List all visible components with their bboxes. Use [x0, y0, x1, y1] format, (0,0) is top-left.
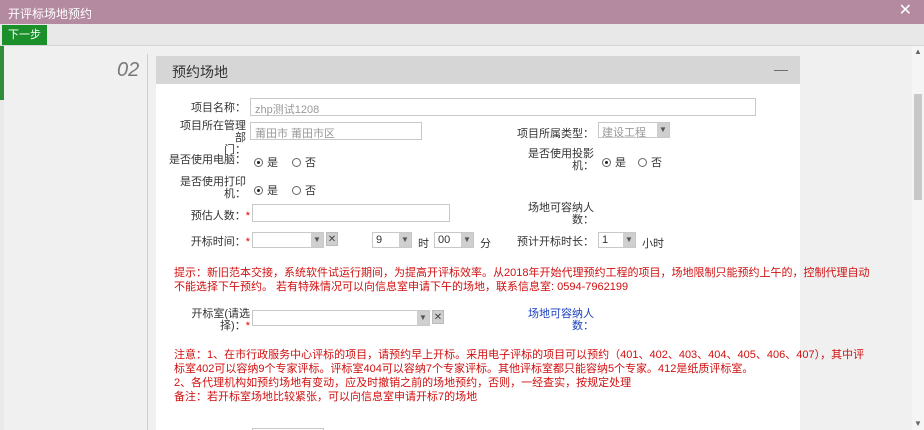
panel-header: 预约场地 — — [156, 56, 800, 84]
project-name-input[interactable]: zhp测试1208 — [250, 98, 756, 116]
scroll-down-icon[interactable]: ▼ — [912, 418, 924, 430]
vertical-scrollbar[interactable]: ▲ ▼ — [912, 46, 924, 430]
radio-checked-icon — [254, 186, 263, 195]
duration-value: 1 — [602, 234, 609, 246]
scroll-thumb[interactable] — [914, 94, 922, 200]
clear-room-icon[interactable]: ✕ — [432, 310, 444, 324]
minute-unit: 分 — [480, 238, 491, 250]
window-title: 开评标场地预约 — [8, 7, 93, 21]
radio-unchecked-icon — [292, 158, 301, 167]
use-pc-no-radio[interactable]: 否 — [292, 154, 316, 170]
est-people-label-text: 预估人数： — [190, 210, 246, 222]
duration-label: 预计开标时长： — [517, 236, 594, 248]
use-pc-no-label: 否 — [305, 157, 316, 169]
open-time-label-text: 开标时间： — [190, 236, 246, 248]
use-printer-no-radio[interactable]: 否 — [292, 182, 316, 198]
use-pc-label: 是否使用电脑： — [169, 154, 246, 166]
hour-unit: 时 — [418, 238, 429, 250]
room-label-line2-wrap: 择)：* — [170, 320, 250, 332]
scroll-up-icon[interactable]: ▲ — [912, 46, 924, 58]
required-mark: * — [245, 320, 250, 332]
required-mark: * — [245, 236, 250, 248]
project-name-label: 项目名称： — [191, 102, 246, 114]
room-select[interactable]: ▼ — [252, 310, 430, 326]
dept-input[interactable]: 莆田市 莆田市区 — [250, 122, 422, 140]
chevron-down-icon: ▼ — [623, 233, 635, 247]
capacity-label-2-line1: 场地可容纳人 — [528, 308, 594, 320]
use-projector-yes-radio[interactable]: 是 — [602, 154, 626, 170]
chevron-down-icon: ▼ — [461, 233, 473, 247]
est-people-label: 预估人数：* — [170, 210, 250, 222]
room-label: 开标室(请选 择)：* — [170, 308, 250, 332]
next-step-button[interactable]: 下一步 — [2, 25, 47, 45]
use-printer-label-line1: 是否使用打印 — [180, 176, 246, 188]
note-line-2: 标室402可以容纳9个专家评标。评标室404可以容纳7个专家评标。其他评标室都只… — [174, 363, 754, 375]
open-time-label: 开标时间：* — [170, 236, 250, 248]
use-pc-yes-radio[interactable]: 是 — [254, 154, 278, 170]
toolbar: 下一步 — [0, 24, 924, 46]
use-printer-label: 是否使用打印 机： — [170, 176, 246, 200]
duration-unit: 小时 — [642, 238, 664, 250]
tip-line-2: 不能选择下午预约。 若有特殊情况可以向信息室申请下午的场地，联系信息室: 059… — [174, 281, 629, 293]
chevron-down-icon: ▼ — [657, 123, 669, 137]
hour-select[interactable]: 9 ▼ — [372, 232, 412, 248]
dept-label-line1: 项目所在管理部 — [180, 120, 246, 144]
use-projector-yes-label: 是 — [615, 157, 626, 169]
use-printer-label-line2: 机： — [224, 188, 246, 200]
capacity-label-2-line2: 数： — [572, 320, 594, 332]
note-line-4: 备注：若开标室场地比较紧张，可以向信息室申请开标7的场地 — [174, 391, 478, 403]
radio-unchecked-icon — [292, 186, 301, 195]
clear-date-icon[interactable]: ✕ — [326, 232, 338, 246]
capacity-label-1: 场地可容纳人 数： — [518, 202, 594, 226]
duration-select[interactable]: 1 ▼ — [598, 232, 636, 248]
collapse-icon[interactable]: — — [774, 61, 788, 77]
use-projector-label-line1: 是否使用投影 — [528, 148, 594, 160]
step-timeline — [147, 54, 148, 430]
chevron-down-icon: ▼ — [417, 311, 429, 325]
capacity-label-1-line2: 数： — [572, 214, 594, 226]
project-type-label: 项目所属类型： — [517, 128, 594, 140]
step-number: 02 — [117, 59, 140, 81]
minute-select[interactable]: 00 ▼ — [434, 232, 474, 248]
reservation-panel: 预约场地 — 项目名称： zhp测试1208 项目所在管理部 门： 莆田市 莆田… — [156, 56, 869, 430]
use-printer-yes-radio[interactable]: 是 — [254, 182, 278, 198]
radio-checked-icon — [254, 158, 263, 167]
open-date-select[interactable]: ▼ — [252, 232, 324, 248]
radio-checked-icon — [602, 158, 611, 167]
room-label-line2: 择)： — [220, 320, 246, 332]
chevron-down-icon: ▼ — [399, 233, 411, 247]
capacity-label-1-line1: 场地可容纳人 — [528, 202, 594, 214]
content-area: 02 预约场地 — 项目名称： zhp测试1208 项目所在管理部 门： 莆田市… — [4, 46, 912, 430]
tip-line-1: 提示：新旧范本交接，系统软件试运行期间，为提高开评标效率。从2018年开始代理预… — [174, 267, 870, 279]
use-printer-yes-label: 是 — [267, 185, 278, 197]
project-type-value: 建设工程 — [602, 127, 646, 139]
hour-value: 9 — [376, 234, 383, 246]
note-line-3: 2、各代理机构如预约场地有变动，应及时撤销之前的场地预约，否则，一经查实，按规定… — [174, 377, 632, 389]
est-people-input[interactable] — [252, 204, 450, 222]
project-type-select[interactable]: 建设工程 ▼ — [598, 122, 670, 139]
minute-value: 00 — [438, 234, 451, 246]
capacity-label-2: 场地可容纳人 数： — [518, 308, 594, 332]
panel-title: 预约场地 — [172, 64, 228, 80]
use-pc-yes-label: 是 — [267, 157, 278, 169]
dept-label: 项目所在管理部 门： — [170, 120, 246, 156]
use-projector-label: 是否使用投影 机： — [518, 148, 594, 172]
chevron-down-icon: ▼ — [311, 233, 323, 247]
use-projector-label-line2: 机： — [572, 160, 594, 172]
use-printer-no-label: 否 — [305, 185, 316, 197]
radio-unchecked-icon — [638, 158, 647, 167]
note-line-1: 注意：1、在市行政服务中心评标的项目，请预约早上开标。采用电子评标的项目可以预约… — [174, 349, 865, 361]
required-mark: * — [245, 210, 250, 222]
window-titlebar: 开评标场地预约 ✕ — [0, 0, 924, 24]
close-icon[interactable]: ✕ — [899, 2, 912, 20]
room-label-line1: 开标室(请选 — [191, 308, 250, 320]
use-projector-no-radio[interactable]: 否 — [638, 154, 662, 170]
use-projector-no-label: 否 — [651, 157, 662, 169]
